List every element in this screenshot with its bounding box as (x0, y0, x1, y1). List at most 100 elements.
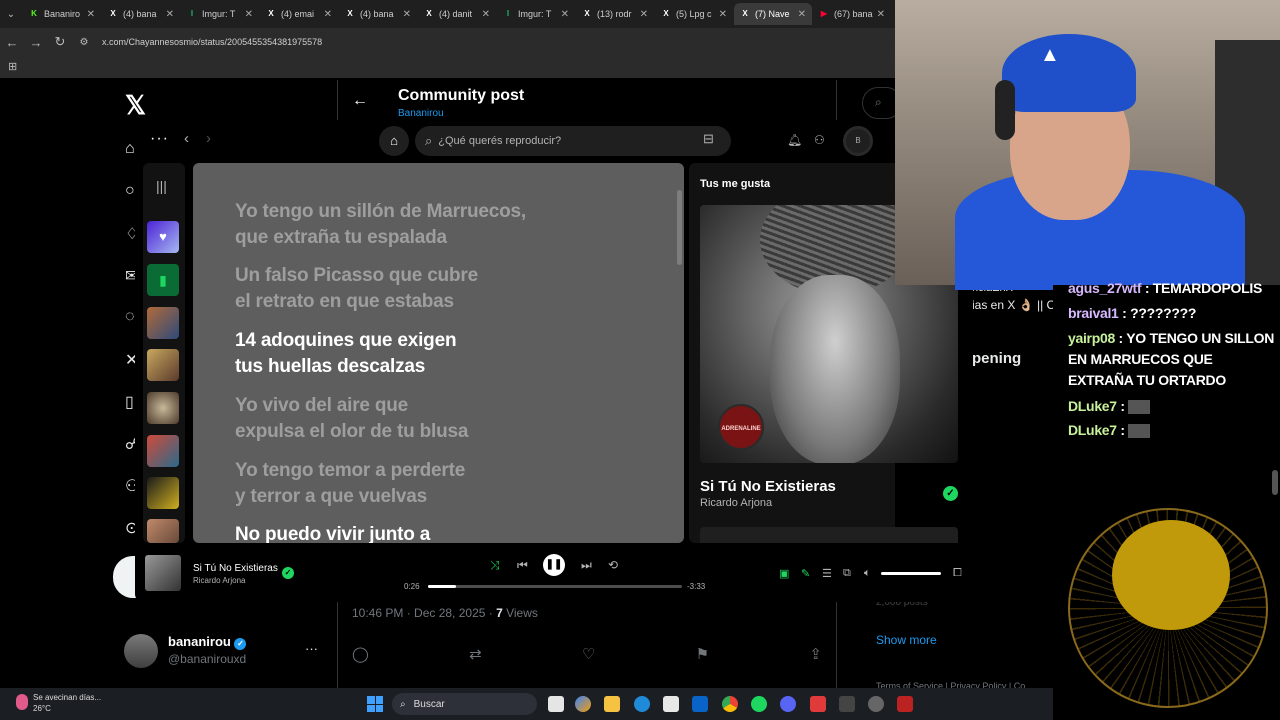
repost-icon[interactable]: ⇄ (469, 645, 482, 663)
friend-activity-icon[interactable]: ⚇ (814, 133, 825, 147)
app-icon[interactable] (897, 696, 913, 712)
discord-icon[interactable] (780, 696, 796, 712)
playlist-tile[interactable] (147, 349, 179, 381)
menu-dots-icon[interactable]: ··· (150, 130, 169, 148)
search-input[interactable] (438, 135, 689, 147)
back-arrow-icon[interactable]: ← (0, 35, 24, 50)
playlist-tile[interactable] (147, 307, 179, 339)
page-subtitle[interactable]: Bananirou (398, 108, 444, 119)
forward-arrow-icon[interactable]: → (24, 35, 48, 50)
tab-menu-chevron-icon[interactable]: ⌄ (0, 9, 22, 20)
chrome-icon[interactable] (722, 696, 738, 712)
file-explorer-icon[interactable] (604, 696, 620, 712)
browser-tab[interactable]: X (4) danit ✕ (418, 3, 496, 25)
spotify-search[interactable]: ⌕ (415, 126, 731, 156)
now-playing-view-icon[interactable]: ▣ (779, 567, 789, 580)
pause-button[interactable]: ❚❚ (543, 554, 565, 576)
close-tab-icon[interactable]: ✕ (324, 9, 332, 20)
browser-tab[interactable]: X (4) bana ✕ (102, 3, 180, 25)
lyric-line[interactable]: 14 adoquines que exigen tus huellas desca… (235, 328, 655, 380)
close-tab-icon[interactable]: ✕ (877, 9, 885, 20)
close-tab-icon[interactable]: ✕ (798, 9, 806, 20)
liked-songs-tile[interactable]: ♥ (147, 221, 179, 253)
author-handle[interactable]: @bananirouxd (168, 652, 246, 666)
app-icon[interactable] (839, 696, 855, 712)
weather-widget[interactable]: Se avecinan días... 26°C (33, 692, 101, 714)
close-tab-icon[interactable]: ✕ (719, 9, 727, 20)
lyrics-scrollbar[interactable] (677, 190, 682, 265)
queue-icon[interactable]: ☰ (822, 567, 832, 580)
connect-device-icon[interactable]: ⧉ (843, 567, 851, 580)
reload-icon[interactable]: ↻ (48, 34, 72, 50)
shuffle-icon[interactable]: ⤨ (490, 558, 500, 573)
volume-slider[interactable] (881, 572, 941, 575)
chat-scrollbar[interactable] (1272, 470, 1278, 495)
outlook-icon[interactable] (692, 696, 708, 712)
saved-episodes-tile[interactable]: ▮ (147, 264, 179, 296)
taskbar-search[interactable]: ⌕ Buscar (392, 693, 537, 715)
notifications-bell-icon[interactable]: 🔔︎ (787, 133, 802, 147)
close-tab-icon[interactable]: ✕ (166, 9, 174, 20)
copilot-icon[interactable] (575, 696, 591, 712)
miniplayer-icon[interactable]: ⧠ (953, 567, 962, 580)
chat-username[interactable]: DLuke7 (1068, 422, 1117, 438)
chat-username[interactable]: DLuke7 (1068, 398, 1117, 414)
nav-forward-icon[interactable]: › (206, 130, 211, 147)
start-icon[interactable] (367, 696, 383, 712)
browser-tab[interactable]: X (4) emai ✕ (260, 3, 338, 25)
repeat-icon[interactable]: ⟲ (608, 558, 618, 572)
browser-tab[interactable]: ▶ (67) bana ✕ (813, 3, 891, 25)
spotify-icon[interactable] (751, 696, 767, 712)
artist-name[interactable]: Ricardo Arjona (700, 497, 772, 509)
show-more-link[interactable]: Show more (876, 633, 937, 647)
close-tab-icon[interactable]: ✕ (482, 9, 490, 20)
bookmark-icon[interactable]: ⚑ (696, 645, 709, 663)
playlist-tile[interactable] (147, 519, 179, 543)
weather-icon[interactable] (16, 694, 28, 710)
chat-username[interactable]: agus_27wtf (1068, 280, 1142, 296)
task-view-icon[interactable] (548, 696, 564, 712)
player-artist[interactable]: Ricardo Arjona (193, 576, 245, 585)
browse-icon[interactable]: ⊟ (703, 131, 714, 147)
lyric-line[interactable]: Un falso Picasso que cubre el retrato en … (235, 263, 655, 315)
browser-tab[interactable]: X (5) Lpg c ✕ (655, 3, 733, 25)
author-name[interactable]: bananirou ✓ (168, 634, 247, 650)
more-options-icon[interactable]: ··· (305, 641, 318, 656)
edge-icon[interactable] (634, 696, 650, 712)
lyric-line[interactable]: Yo tengo un sillón de Marruecos, que extr… (235, 199, 655, 251)
previous-track-icon[interactable]: ⏮︎ (517, 558, 528, 573)
playlist-tile[interactable] (147, 477, 179, 509)
browser-tab[interactable]: I Imgur: T ✕ (497, 3, 575, 25)
site-info-icon[interactable]: ⚙ (72, 37, 96, 48)
browser-tab[interactable]: X (13) rodr ✕ (576, 3, 654, 25)
back-arrow-icon[interactable]: ← (352, 92, 368, 110)
playlist-tile[interactable] (147, 392, 179, 424)
home-button[interactable]: ⌂ (379, 126, 409, 156)
browser-tab[interactable]: K Bananiro ✕ (23, 3, 101, 25)
progress-bar[interactable] (428, 585, 682, 588)
lyric-line[interactable]: Yo tengo temor a perderte y terror a que … (235, 458, 655, 510)
store-icon[interactable] (663, 696, 679, 712)
reply-icon[interactable]: ◯ (352, 645, 369, 663)
browser-tab[interactable]: I Imgur: T ✕ (181, 3, 259, 25)
library-icon[interactable]: ||| (156, 178, 167, 194)
liked-check-icon[interactable]: ✓ (943, 486, 958, 501)
browser-tab[interactable]: X (7) Nave ✕ (734, 3, 812, 25)
close-tab-icon[interactable]: ✕ (561, 9, 569, 20)
share-icon[interactable]: ⇪ (809, 645, 822, 663)
close-tab-icon[interactable]: ✕ (403, 9, 411, 20)
post-button[interactable] (113, 556, 137, 598)
chat-username[interactable]: braival1 (1068, 305, 1119, 321)
browser-tab[interactable]: X (4) bana ✕ (339, 3, 417, 25)
player-liked-icon[interactable]: ✓ (282, 567, 294, 579)
avatar[interactable] (124, 634, 158, 668)
nav-back-icon[interactable]: ‹ (184, 130, 189, 147)
playlist-tile[interactable] (147, 435, 179, 467)
app-icon[interactable] (810, 696, 826, 712)
song-title[interactable]: Si Tú No Existieras (700, 478, 836, 495)
apps-grid-icon[interactable]: ⊞ (8, 60, 17, 73)
next-track-icon[interactable]: ⏭︎ (581, 558, 592, 573)
like-icon[interactable]: ♡ (582, 645, 595, 663)
x-logo-icon[interactable]: 𝕏 (125, 90, 146, 121)
obs-icon[interactable] (868, 696, 884, 712)
